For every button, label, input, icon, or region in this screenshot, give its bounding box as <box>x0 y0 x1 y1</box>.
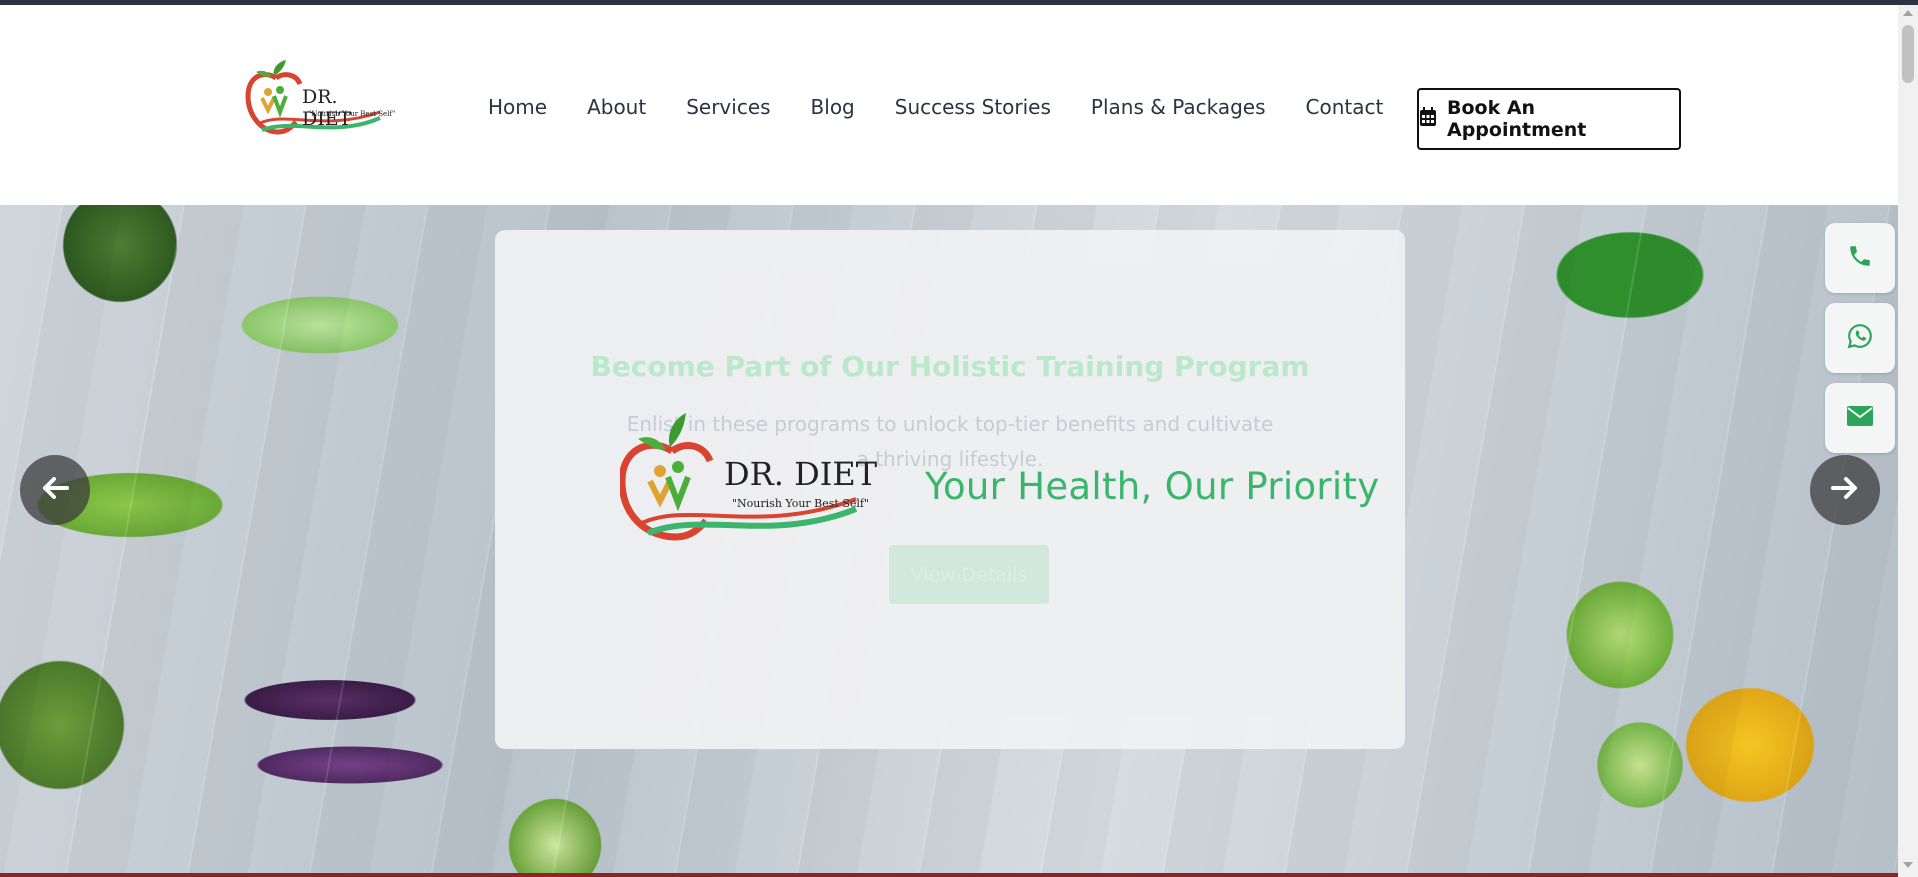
slider-next-button[interactable] <box>1810 455 1880 525</box>
logo-brand-name: DR. DIET <box>302 86 352 130</box>
hero-logo-slogan: "Nourish Your Best Self" <box>732 497 870 510</box>
hero-logo: DR. DIET "Nourish Your Best Self" <box>618 411 877 541</box>
logo-slogan: "Nourish Your Best Self" <box>308 110 396 118</box>
hero-slider: Become Part of Our Holistic Training Pro… <box>0 205 1898 877</box>
arrow-right-icon <box>1831 476 1859 505</box>
nav-success-stories[interactable]: Success Stories <box>895 95 1051 125</box>
nav-services[interactable]: Services <box>686 95 770 125</box>
nav-blog[interactable]: Blog <box>811 95 855 125</box>
email-icon <box>1847 405 1873 431</box>
nav-about[interactable]: About <box>587 95 646 125</box>
hero-logo-brand-name: DR. DIET <box>724 455 878 493</box>
nav-contact[interactable]: Contact <box>1306 95 1384 125</box>
nav-home[interactable]: Home <box>488 95 547 125</box>
page-scrollbar[interactable] <box>1898 5 1918 877</box>
bottom-border <box>0 873 1898 877</box>
view-details-button[interactable]: View Details <box>889 545 1049 604</box>
book-appointment-label: Book An Appointment <box>1447 97 1587 141</box>
site-header: DR. DIET "Nourish Your Best Self" Home A… <box>0 5 1898 205</box>
main-nav: Home About Services Blog Success Stories… <box>488 95 1423 125</box>
scroll-up-icon[interactable] <box>1903 10 1913 16</box>
arrow-left-icon <box>41 476 69 505</box>
nav-plans-packages[interactable]: Plans & Packages <box>1091 95 1266 125</box>
float-email-button[interactable] <box>1825 383 1895 453</box>
scroll-down-icon[interactable] <box>1903 862 1913 868</box>
calendar-icon <box>1419 106 1437 132</box>
scrollbar-thumb[interactable] <box>1902 25 1914 83</box>
float-whatsapp-button[interactable] <box>1825 303 1895 373</box>
hero-tagline: Your Health, Our Priority <box>925 465 1380 508</box>
phone-icon <box>1847 243 1873 274</box>
whatsapp-icon <box>1847 323 1873 354</box>
slide-title: Become Part of Our Holistic Training Pro… <box>590 350 1310 383</box>
book-appointment-button[interactable]: Book An Appointment <box>1417 88 1681 150</box>
site-logo[interactable]: DR. DIET "Nourish Your Best Self" <box>244 60 395 140</box>
float-phone-button[interactable] <box>1825 223 1895 293</box>
slider-prev-button[interactable] <box>20 455 90 525</box>
